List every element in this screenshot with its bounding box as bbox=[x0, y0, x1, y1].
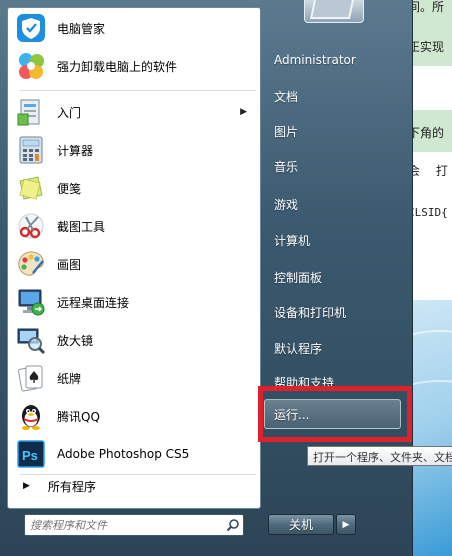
program-label: 计算器 bbox=[57, 143, 94, 158]
scissors-icon bbox=[14, 210, 48, 242]
background-text: 下角的 bbox=[408, 126, 445, 140]
program-item-snipping-tool[interactable]: 截图工具 bbox=[11, 208, 257, 244]
menu-divider bbox=[20, 90, 256, 91]
program-label: Adobe Photoshop CS5 bbox=[57, 447, 190, 461]
program-label: 便笺 bbox=[57, 181, 82, 196]
search-icon[interactable] bbox=[223, 518, 243, 532]
right-item-pictures[interactable]: 图片 bbox=[274, 123, 298, 140]
paint-palette-icon bbox=[14, 248, 48, 280]
qq-penguin-icon bbox=[14, 400, 48, 432]
shutdown-button[interactable]: 关机 bbox=[268, 514, 334, 535]
program-item-qq[interactable]: 腾讯QQ bbox=[11, 398, 257, 434]
getting-started-icon bbox=[14, 96, 48, 128]
right-item-default-programs[interactable]: 默认程序 bbox=[274, 340, 322, 357]
programs-pane: 电脑管家 强力卸载电脑上的软件 入门 ▶ 计算器 便笺 截图工具 画图 远程桌面… bbox=[7, 7, 261, 509]
start-menu: 电脑管家 强力卸载电脑上的软件 入门 ▶ 计算器 便笺 截图工具 画图 远程桌面… bbox=[0, 0, 413, 556]
clover-icon bbox=[14, 50, 48, 82]
right-item-music[interactable]: 音乐 bbox=[274, 158, 298, 175]
search-box[interactable] bbox=[24, 514, 244, 536]
right-item-devices-printers[interactable]: 设备和打印机 bbox=[274, 304, 346, 321]
right-item-computer[interactable]: 计算机 bbox=[274, 232, 310, 249]
background-text: 正实现 bbox=[408, 40, 445, 54]
program-item-uninstaller[interactable]: 强力卸载电脑上的软件 bbox=[11, 48, 257, 84]
calculator-icon bbox=[14, 134, 48, 166]
right-item-username[interactable]: Administrator bbox=[274, 53, 356, 67]
run-tooltip: 打开一个程序、文件夹、文档 bbox=[307, 446, 452, 466]
program-item-solitaire[interactable]: 纸牌 bbox=[11, 360, 257, 396]
program-label: 强力卸载电脑上的软件 bbox=[57, 59, 178, 74]
background-text: CLSID{ bbox=[408, 206, 448, 219]
sticky-notes-icon bbox=[14, 172, 48, 204]
program-item-getting-started[interactable]: 入门 ▶ bbox=[11, 94, 257, 130]
program-label: 纸牌 bbox=[57, 371, 82, 386]
remote-desktop-icon bbox=[14, 286, 48, 318]
submenu-arrow-icon: ▶ bbox=[240, 107, 247, 117]
program-label: 画图 bbox=[57, 257, 82, 272]
program-label: 远程桌面连接 bbox=[57, 295, 130, 310]
background-text: 间。所 bbox=[408, 0, 445, 14]
program-label: 截图工具 bbox=[57, 219, 106, 234]
photoshop-icon: Ps bbox=[14, 438, 48, 470]
program-item-sticky-notes[interactable]: 便笺 bbox=[11, 170, 257, 206]
shutdown-options-arrow-icon[interactable]: ▶ bbox=[336, 514, 356, 535]
triangle-right-icon: ▶ bbox=[23, 481, 30, 491]
right-item-control-panel[interactable]: 控制面板 bbox=[274, 269, 322, 286]
all-programs-button[interactable]: ▶ 所有程序 bbox=[11, 472, 257, 500]
program-item-photoshop[interactable]: Ps Adobe Photoshop CS5 bbox=[11, 436, 257, 472]
program-item-paint[interactable]: 画图 bbox=[11, 246, 257, 282]
user-picture[interactable] bbox=[304, 0, 364, 23]
shield-icon bbox=[14, 12, 48, 44]
search-input[interactable] bbox=[25, 516, 223, 534]
program-label: 入门 bbox=[57, 105, 82, 120]
shutdown-label: 关机 bbox=[288, 518, 313, 532]
right-item-documents[interactable]: 文档 bbox=[274, 88, 298, 105]
program-item-pc-manager[interactable]: 电脑管家 bbox=[11, 10, 257, 46]
program-item-calculator[interactable]: 计算器 bbox=[11, 132, 257, 168]
program-item-remote-desktop[interactable]: 远程桌面连接 bbox=[11, 284, 257, 320]
program-label: 腾讯QQ bbox=[57, 409, 100, 424]
playing-cards-icon bbox=[14, 362, 48, 394]
program-label: 电脑管家 bbox=[57, 21, 106, 36]
background-text: 会 打 bbox=[408, 164, 452, 178]
magnifier-icon bbox=[14, 324, 48, 356]
right-item-games[interactable]: 游戏 bbox=[274, 196, 298, 213]
svg-text:Ps: Ps bbox=[22, 448, 38, 463]
program-label: 放大镜 bbox=[57, 333, 94, 348]
all-programs-label: 所有程序 bbox=[47, 479, 96, 494]
highlight-annotation-box bbox=[258, 386, 412, 442]
program-item-magnifier[interactable]: 放大镜 bbox=[11, 322, 257, 358]
